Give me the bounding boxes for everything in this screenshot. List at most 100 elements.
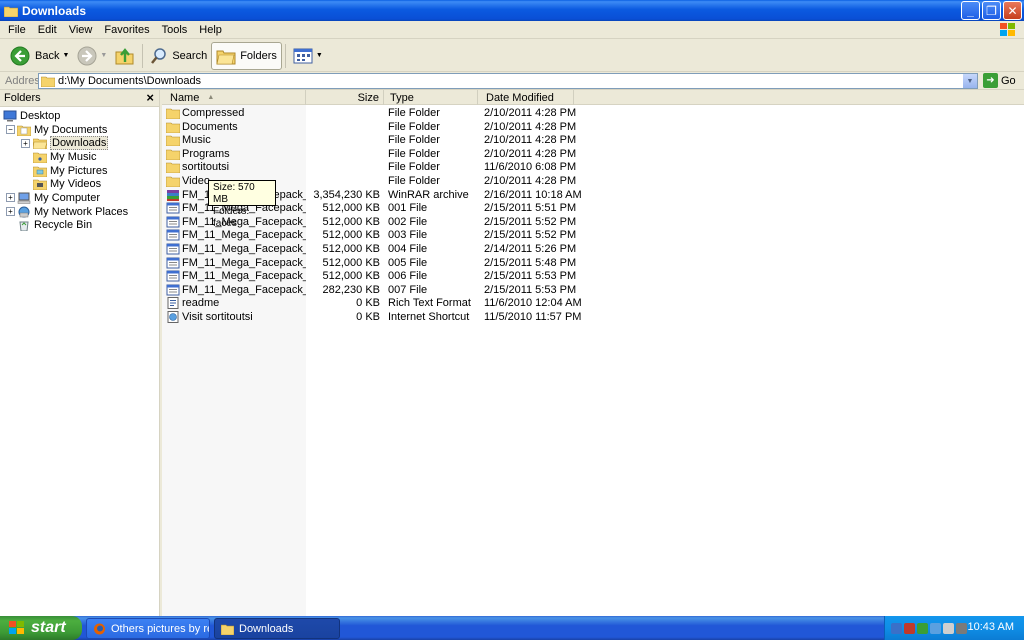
expand-icon[interactable]: + <box>6 193 15 203</box>
tree-item-my-documents[interactable]: − My Documents <box>0 123 159 137</box>
folder-row[interactable]: Music File Folder 2/10/2011 4:28 PM <box>162 134 1024 148</box>
folders-pane-title: Folders <box>4 92 41 104</box>
file-name-cell: sortitoutsi <box>166 161 306 174</box>
file-row[interactable]: FM_11_Mega_Facepack_v3.0... 512,000 KB 003… <box>162 229 1024 243</box>
tree-item-downloads[interactable]: + Downloads <box>0 136 159 151</box>
file-size: 3,354,230 KB <box>313 188 380 201</box>
system-tray: 10:43 AM <box>884 616 1024 640</box>
file-name: FM_11_Mega_Facepack_v3.0... <box>182 242 306 255</box>
tray-connection-icon[interactable] <box>930 622 941 634</box>
file-rows: Compressed File Folder 2/10/2011 4:28 PM Do… <box>162 107 1024 325</box>
tree-item-my-music[interactable]: My Music <box>0 150 159 164</box>
file-name-cell: FM_11_Mega_Facepack_v3.0... <box>166 243 306 255</box>
sort-ascending-icon: ▲ <box>207 94 215 101</box>
tray-security-icon[interactable] <box>904 622 915 634</box>
file-size: 512,000 KB <box>322 229 381 242</box>
tree-item-recycle-bin[interactable]: Recycle Bin <box>0 219 159 233</box>
collapse-icon[interactable]: − <box>6 125 15 135</box>
tray-update-icon[interactable] <box>917 622 928 634</box>
tray-volume-icon[interactable] <box>943 622 954 634</box>
recycle-bin-icon <box>19 221 29 232</box>
tray-device-icon[interactable] <box>956 622 967 634</box>
file-name-cell: FM_11_Mega_Facepack_v3.0... <box>166 257 306 269</box>
file-type: 004 File <box>388 242 428 255</box>
file-type: File Folder <box>388 120 440 133</box>
close-icon[interactable]: × <box>146 90 154 105</box>
menu-edit[interactable]: Edit <box>33 24 64 36</box>
menu-bar: File Edit View Favorites Tools Help <box>0 21 1024 39</box>
maximize-button[interactable]: ❐ <box>982 1 1001 20</box>
file-name: readme <box>182 297 220 310</box>
file-date-modified: 11/5/2010 11:57 PM <box>484 310 582 323</box>
file-row[interactable]: FM_11_Mega_Facepack_v3.0... 512,000 KB 005… <box>162 257 1024 271</box>
column-header-label: Name <box>170 91 200 104</box>
taskbar: start Others pictures by re... Downloads… <box>0 616 1024 640</box>
taskbar-item-downloads[interactable]: Downloads <box>214 618 340 639</box>
network-places-icon <box>18 206 30 218</box>
folders-button[interactable]: Folders <box>211 41 282 70</box>
file-row[interactable]: FM_11_Mega_Facepack_v3.0... 512,000 KB 006… <box>162 270 1024 284</box>
file-date-modified: 2/10/2011 4:28 PM <box>484 147 577 160</box>
file-row[interactable]: FM_11_Mega_Facepack_v3.0...3,354,230 KBW… <box>162 189 1024 203</box>
folder-row[interactable]: sortitoutsi File Folder 11/6/2010 6:08 PM <box>162 161 1024 175</box>
folder-tooltip: Size: 570 MB Folders: faces <box>208 180 276 229</box>
file-row[interactable]: FM_11_Mega_Facepack_v3.0... 282,230 KB 007… <box>162 284 1024 298</box>
close-button[interactable]: ✕ <box>1003 1 1022 20</box>
minimize-button[interactable]: _ <box>961 1 980 20</box>
windows-logo-icon <box>9 621 24 634</box>
file-row[interactable]: Visit sortitoutsi 0 KB Internet Shortcut 11… <box>162 310 1024 325</box>
up-folder-button[interactable] <box>111 42 139 70</box>
address-input[interactable]: d:\My Documents\Downloads ▼ <box>38 73 978 89</box>
menu-tools[interactable]: Tools <box>157 24 195 36</box>
menu-file[interactable]: File <box>3 24 33 36</box>
taskbar-item-browser[interactable]: Others pictures by re... <box>86 618 210 639</box>
file-name: Compressed <box>182 107 245 119</box>
file-row[interactable]: FM_11_Mega_Facepack_v3.0...512,000 KB001… <box>162 202 1024 216</box>
search-button[interactable]: Search <box>146 42 211 70</box>
file-name-cell: Visit sortitoutsi <box>166 310 306 323</box>
forward-arrow-icon <box>77 46 97 65</box>
file-row[interactable]: readme 0 KB Rich Text Format 11/6/2010 12:0… <box>162 297 1024 311</box>
file-row[interactable]: FM_11_Mega_Facepack_v3.0...512,000 KB002… <box>162 216 1024 230</box>
folder-row[interactable]: Programs File Folder 2/10/2011 4:28 PM <box>162 148 1024 162</box>
start-button[interactable]: start <box>0 616 82 640</box>
column-header-type[interactable]: Type <box>384 90 478 105</box>
views-button[interactable]: ▼ <box>289 42 327 70</box>
tooltip-size: Size: 570 MB <box>213 182 255 205</box>
go-button[interactable]: ➜ Go <box>983 73 1016 88</box>
forward-button[interactable]: ▼ <box>73 42 111 70</box>
chevron-down-icon[interactable]: ▼ <box>100 52 107 59</box>
tree-item-my-videos[interactable]: My Videos <box>0 177 159 191</box>
column-header-size[interactable]: Size <box>306 90 384 105</box>
menu-view[interactable]: View <box>64 24 100 36</box>
file-icon <box>166 257 180 269</box>
tree-item-my-network-places[interactable]: + My Network Places <box>0 205 159 219</box>
tree-item-my-computer[interactable]: + My Computer <box>0 191 159 205</box>
tray-network-icon[interactable] <box>891 622 902 634</box>
tree-item-my-pictures[interactable]: My Pictures <box>0 164 159 178</box>
folder-open-icon <box>33 138 47 150</box>
folder-icon <box>221 624 234 635</box>
tree-item-desktop[interactable]: Desktop <box>0 109 159 123</box>
column-header-name[interactable]: Name ▲ <box>162 90 306 105</box>
file-date-modified: 2/10/2011 4:28 PM <box>484 107 577 119</box>
chevron-down-icon[interactable]: ▼ <box>316 52 323 59</box>
folder-row[interactable]: Compressed File Folder 2/10/2011 4:28 PM <box>162 107 1024 121</box>
file-row[interactable]: FM_11_Mega_Facepack_v3.0... 512,000 KB 004… <box>162 243 1024 257</box>
shortcut-icon <box>167 310 179 323</box>
tree-item-label: My Pictures <box>50 164 108 177</box>
back-button[interactable]: Back ▼ <box>6 42 73 70</box>
chevron-down-icon[interactable]: ▼ <box>62 52 69 59</box>
restore-icon: ❐ <box>986 3 997 18</box>
file-name-cell: FM_11_Mega_Facepack_v3.0... <box>166 270 306 282</box>
folder-row[interactable]: Video File Folder 2/10/2011 4:28 PM <box>162 175 1024 189</box>
file-type: WinRAR archive <box>388 188 469 201</box>
folder-row[interactable]: Documents File Folder 2/10/2011 4:28 PM <box>162 121 1024 135</box>
file-name: FM_11_Mega_Facepack_v3.0... <box>182 283 306 296</box>
expand-icon[interactable]: + <box>21 138 30 148</box>
address-dropdown-button[interactable]: ▼ <box>963 74 977 88</box>
menu-favorites[interactable]: Favorites <box>99 24 156 36</box>
column-header-date-modified[interactable]: Date Modified <box>478 90 574 105</box>
menu-help[interactable]: Help <box>194 24 229 36</box>
expand-icon[interactable]: + <box>6 207 15 217</box>
